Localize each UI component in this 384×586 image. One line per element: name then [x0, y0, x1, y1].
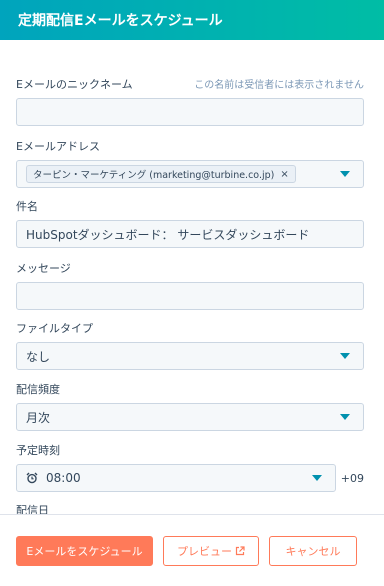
nickname-field-group: Eメールのニックネーム この名前は受信者には表示されません	[16, 76, 364, 126]
timezone-offset: +09	[340, 471, 364, 485]
file-type-value: なし	[26, 349, 51, 364]
message-input[interactable]	[16, 282, 364, 310]
email-address-label: Eメールアドレス	[16, 140, 100, 153]
time-value: 08:00	[46, 471, 81, 485]
chevron-down-icon	[340, 353, 350, 359]
frequency-select[interactable]: 月次	[16, 403, 364, 431]
file-type-select[interactable]: なし	[16, 342, 364, 370]
message-label: メッセージ	[16, 262, 71, 275]
close-icon[interactable]: ×	[280, 169, 288, 180]
nickname-hint: この名前は受信者には表示されません	[194, 80, 364, 91]
email-address-select[interactable]: ターピン・マーケティング (marketing@turbine.co.jp) ×	[16, 160, 364, 188]
preview-button[interactable]: プレビュー	[163, 535, 259, 566]
file-type-label: ファイルタイプ	[16, 322, 93, 335]
alarm-clock-icon	[26, 472, 38, 484]
delivery-day-label: 配信日	[16, 504, 49, 514]
time-label: 予定時刻	[16, 444, 60, 457]
delivery-day-field-group: 配信日 最初	[16, 502, 364, 514]
dialog-title: 定期配信Eメールをスケジュール	[18, 13, 223, 29]
message-field-group: メッセージ	[16, 260, 364, 310]
frequency-value: 月次	[26, 410, 51, 425]
recipient-chip: ターピン・マーケティング (marketing@turbine.co.jp) ×	[26, 165, 296, 183]
schedule-email-button[interactable]: Eメールをスケジュール	[16, 535, 153, 566]
cancel-button-label: キャンセル	[285, 544, 341, 558]
dialog-footer: Eメールをスケジュール プレビュー キャンセル	[0, 514, 384, 586]
time-select[interactable]: 08:00	[16, 464, 336, 492]
dialog-body: Eメールのニックネーム この名前は受信者には表示されません Eメールアドレス タ…	[0, 40, 384, 514]
schedule-email-button-label: Eメールをスケジュール	[26, 544, 143, 558]
nickname-input[interactable]	[16, 98, 364, 126]
nickname-label: Eメールのニックネーム	[16, 78, 133, 91]
preview-button-label: プレビュー	[177, 544, 232, 558]
frequency-label: 配信頻度	[16, 383, 60, 396]
email-address-field-group: Eメールアドレス ターピン・マーケティング (marketing@turbine…	[16, 138, 364, 188]
frequency-field-group: 配信頻度 月次	[16, 381, 364, 431]
subject-label: 件名	[16, 200, 38, 213]
external-link-icon	[235, 545, 245, 555]
chevron-down-icon	[340, 414, 350, 420]
chevron-down-icon[interactable]	[340, 171, 350, 177]
subject-input[interactable]: HubSpotダッシュボード： サービスダッシュボード	[16, 220, 364, 248]
recipient-chip-label: ターピン・マーケティング (marketing@turbine.co.jp)	[33, 170, 275, 181]
subject-field-group: 件名 HubSpotダッシュボード： サービスダッシュボード	[16, 198, 364, 248]
dialog-header: 定期配信Eメールをスケジュール	[0, 0, 384, 40]
chevron-down-icon	[311, 475, 322, 481]
time-field-group: 予定時刻 08:00 +09	[16, 442, 364, 492]
cancel-button[interactable]: キャンセル	[269, 535, 357, 566]
file-type-field-group: ファイルタイプ なし	[16, 320, 364, 370]
